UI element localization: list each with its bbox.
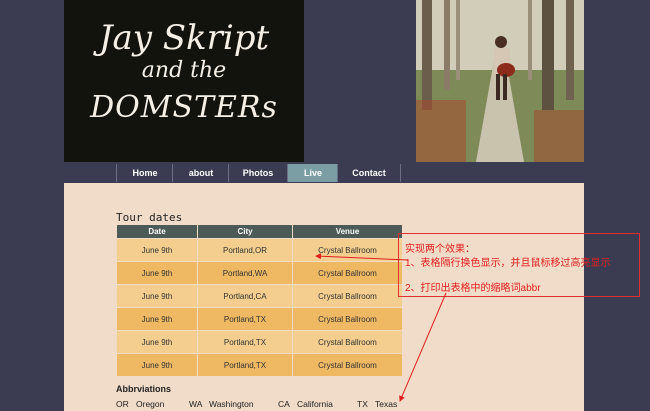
arrow-to-table [315, 253, 409, 261]
annotation-arrows [315, 253, 447, 402]
arrow-to-abbreviations [399, 292, 447, 402]
